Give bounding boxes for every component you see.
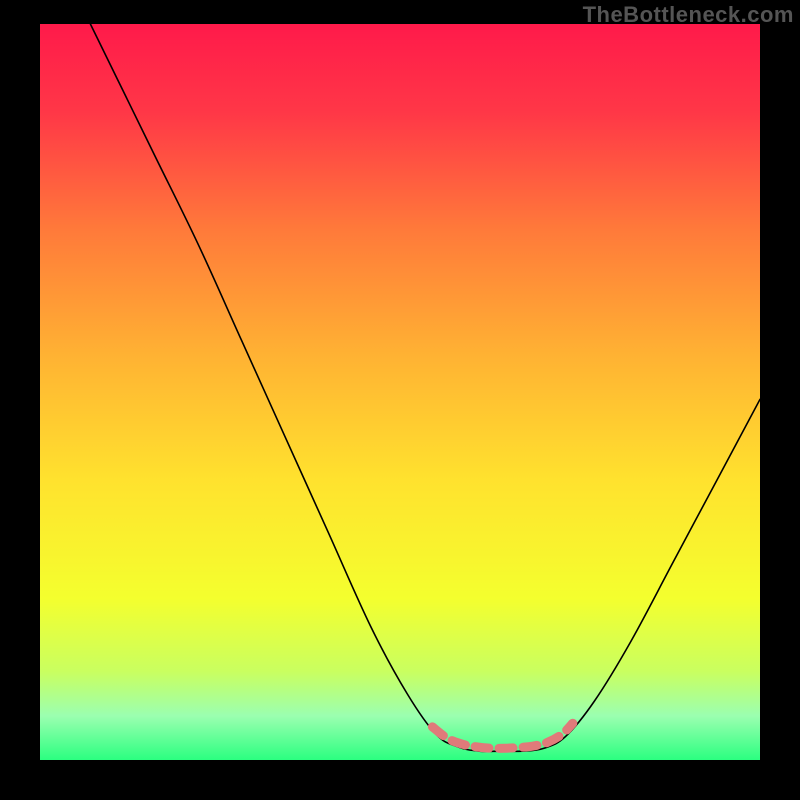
chart-svg [40,24,760,760]
plot-frame [40,24,760,760]
chart-container: TheBottleneck.com [0,0,800,800]
watermark-text: TheBottleneck.com [583,2,794,28]
gradient-background [40,24,760,760]
